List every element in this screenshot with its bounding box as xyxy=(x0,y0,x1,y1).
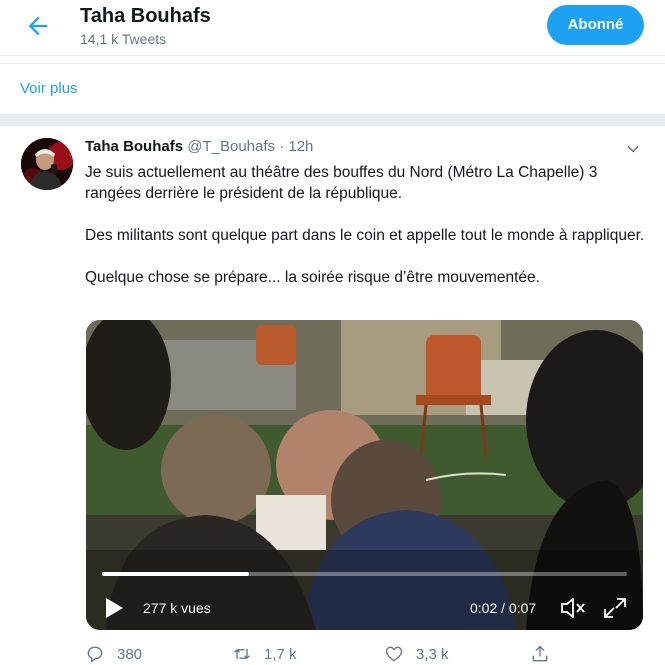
reply-button[interactable]: 380 xyxy=(85,643,142,665)
video-progress-bar[interactable] xyxy=(102,572,627,576)
video-progress-fill xyxy=(102,572,249,576)
retweet-icon xyxy=(234,649,250,659)
profile-header: Taha Bouhafs 14,1 k Tweets Abonné xyxy=(0,0,665,56)
back-arrow-icon[interactable] xyxy=(24,12,52,40)
see-more-link[interactable]: Voir plus xyxy=(20,80,78,97)
video-time: 0:02 / 0:07 xyxy=(470,600,537,616)
mute-icon[interactable] xyxy=(560,596,586,620)
like-button[interactable]: 3,3 k xyxy=(384,643,449,665)
profile-name: Taha Bouhafs xyxy=(80,5,211,27)
video-views: 277 k vues xyxy=(143,600,211,616)
tweet[interactable]: Taha Bouhafs @T_Bouhafs · 12h Je suis ac… xyxy=(0,125,665,665)
video-player[interactable]: 277 k vues 0:02 / 0:07 xyxy=(86,320,643,630)
avatar[interactable] xyxy=(21,138,73,190)
reply-count: 380 xyxy=(117,645,143,663)
play-icon[interactable] xyxy=(100,595,126,621)
like-icon xyxy=(385,646,403,662)
tweet-paragraph: Des militants sont quelque part dans le … xyxy=(85,227,645,244)
tweet-count: 14,1 k Tweets xyxy=(80,31,167,47)
meta-separator: · xyxy=(279,138,285,155)
reply-icon xyxy=(87,646,103,663)
see-more-row[interactable]: Voir plus xyxy=(0,63,665,115)
fullscreen-icon[interactable] xyxy=(602,596,628,620)
tweet-text: Je suis actuellement au théâtre des bouf… xyxy=(85,162,645,309)
tweet-actions: 380 1,7 k 3,3 k xyxy=(0,641,665,665)
author-name[interactable]: Taha Bouhafs xyxy=(85,138,183,155)
tweet-paragraph: Quelque chose se prépare... la soirée ri… xyxy=(85,269,540,286)
tweet-timestamp[interactable]: 12h xyxy=(288,138,313,155)
author-handle[interactable]: @T_Bouhafs xyxy=(187,138,275,155)
share-button[interactable] xyxy=(530,643,550,665)
retweet-button[interactable]: 1,7 k xyxy=(232,643,297,665)
retweet-count: 1,7 k xyxy=(264,645,297,663)
video-frame xyxy=(86,320,643,630)
chevron-down-icon[interactable] xyxy=(624,140,642,158)
share-icon xyxy=(532,645,548,662)
following-button[interactable]: Abonné xyxy=(547,5,644,45)
tweet-paragraph: Je suis actuellement au théâtre des bouf… xyxy=(85,164,598,202)
tweet-meta: Taha Bouhafs @T_Bouhafs · 12h xyxy=(85,138,313,155)
like-count: 3,3 k xyxy=(416,645,449,663)
section-divider xyxy=(0,115,665,125)
